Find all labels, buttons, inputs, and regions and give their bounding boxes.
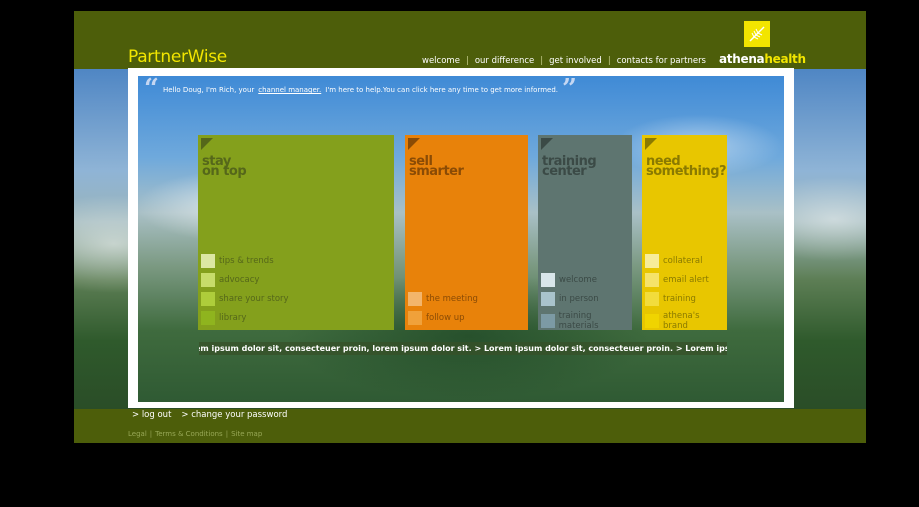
footer-separator: |: [225, 430, 229, 438]
swatch-square-icon: [541, 314, 555, 328]
brand-main: athena: [719, 52, 765, 66]
tile-title: sell smarter: [409, 155, 464, 179]
tile-link-label: the meeting: [426, 294, 478, 304]
swatch-square-icon: [201, 254, 215, 268]
footer: Legal | Terms & Conditions | Site map: [128, 430, 262, 438]
swatch-square-icon: [201, 292, 215, 306]
nav-get-involved[interactable]: get involved: [549, 56, 602, 66]
tile-link-label: athena's brand: [662, 311, 700, 331]
tile-training-center[interactable]: training center welcome in person traini…: [538, 135, 632, 331]
corner-triangle-icon: [201, 138, 213, 150]
top-nav: welcome | our difference | get involved …: [422, 56, 706, 66]
tile-link-training-materials[interactable]: training materials: [541, 311, 632, 331]
footer-terms-link[interactable]: Terms & Conditions: [155, 430, 223, 438]
tile-link-athenas-brand[interactable]: athena's brand: [645, 311, 727, 331]
log-out-link[interactable]: > log out: [132, 410, 171, 420]
swatch-square-icon: [408, 311, 422, 325]
nav-welcome[interactable]: welcome: [422, 56, 460, 66]
nav-separator: |: [465, 56, 469, 66]
tile-link-label: follow up: [426, 313, 465, 323]
tile-link-share-your-story[interactable]: share your story: [201, 292, 289, 306]
tile-link-label: collateral: [663, 256, 703, 266]
tile-need-something[interactable]: need something? collateral email alert t…: [642, 135, 727, 331]
tile-link-label: training: [663, 294, 696, 304]
tile-link-label: advocacy: [219, 275, 260, 285]
nav-contacts-for-partners[interactable]: contacts for partners: [617, 56, 706, 66]
tile-stay-on-top[interactable]: stay on top tips & trends advocacy share…: [198, 135, 394, 330]
tile-link-welcome[interactable]: welcome: [541, 273, 597, 287]
ticker-text: em ipsum dolor sit, consecteuer proin, l…: [199, 344, 727, 353]
nav-our-difference[interactable]: our difference: [475, 56, 534, 66]
tile-title-line2: something?: [646, 164, 727, 179]
tile-title: stay on top: [202, 155, 247, 179]
swatch-square-icon: [201, 273, 215, 287]
tile-link-label: library: [219, 313, 247, 323]
tile-link-library[interactable]: library: [201, 311, 246, 325]
athenahealth-leaf-icon: [744, 21, 770, 47]
news-ticker[interactable]: em ipsum dolor sit, consecteuer proin, l…: [199, 342, 727, 355]
swatch-square-icon: [201, 311, 215, 325]
tile-link-label: welcome: [559, 275, 597, 285]
tile-link-collateral[interactable]: collateral: [645, 254, 702, 268]
swatch-square-icon: [541, 273, 555, 287]
swatch-square-icon: [645, 254, 659, 268]
tile-link-label: email alert: [663, 275, 709, 285]
open-quote-icon: “: [144, 76, 159, 104]
swatch-square-icon: [645, 314, 659, 328]
swatch-square-icon: [645, 273, 659, 287]
tile-link-email-alert[interactable]: email alert: [645, 273, 709, 287]
footer-separator: |: [149, 430, 153, 438]
athenahealth-logo[interactable]: athenahealth: [719, 52, 806, 66]
footer-legal-link[interactable]: Legal: [128, 430, 147, 438]
tile-link-label: training materials: [558, 311, 599, 331]
footer-sitemap-link[interactable]: Site map: [231, 430, 262, 438]
site-container: PartnerWise welcome | our difference | g…: [74, 11, 866, 443]
channel-manager-message: “ Hello Doug, I'm Rich, your channel man…: [144, 76, 577, 104]
tile-link-the-meeting[interactable]: the meeting: [408, 292, 478, 306]
swatch-square-icon: [408, 292, 422, 306]
tile-link-label: in person: [559, 294, 599, 304]
swatch-square-icon: [645, 292, 659, 306]
content-area: “ Hello Doug, I'm Rich, your channel man…: [138, 76, 784, 402]
tile-link-training[interactable]: training: [645, 292, 696, 306]
tile-link-in-person[interactable]: in person: [541, 292, 599, 306]
nav-separator: |: [540, 56, 544, 66]
partnerwise-logo[interactable]: PartnerWise: [128, 47, 227, 67]
tile-link-follow-up[interactable]: follow up: [408, 311, 465, 325]
close-quote-icon: ”: [562, 76, 577, 104]
nav-separator: |: [607, 56, 611, 66]
channel-manager-link[interactable]: channel manager.: [258, 86, 321, 94]
tile-title: training center: [542, 155, 597, 178]
tile-title-line2: on top: [202, 164, 247, 179]
content-frame: “ Hello Doug, I'm Rich, your channel man…: [128, 68, 794, 408]
tile-link-label: share your story: [219, 294, 289, 304]
tile-link-tips-trends[interactable]: tips & trends: [201, 254, 274, 268]
account-links: > log out > change your password: [132, 410, 287, 420]
tile-title-line2: smarter: [409, 164, 464, 179]
message-text-after[interactable]: I'm here to help.You can click here any …: [325, 86, 558, 94]
tile-link-label: tips & trends: [219, 256, 274, 266]
tile-title: need something?: [646, 155, 727, 179]
corner-triangle-icon: [645, 138, 657, 150]
message-text-before: Hello Doug, I'm Rich, your: [162, 86, 255, 94]
tile-link-advocacy[interactable]: advocacy: [201, 273, 259, 287]
tile-sell-smarter[interactable]: sell smarter the meeting follow up: [405, 135, 528, 330]
swatch-square-icon: [541, 292, 555, 306]
brand-accent: health: [764, 52, 806, 66]
change-password-link[interactable]: > change your password: [181, 410, 287, 420]
corner-triangle-icon: [541, 138, 553, 150]
corner-triangle-icon: [408, 138, 420, 150]
